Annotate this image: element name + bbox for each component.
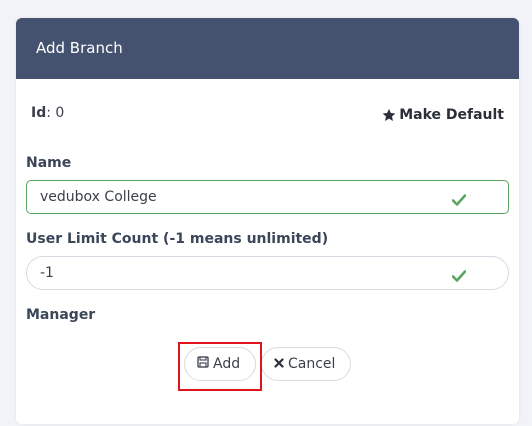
id-row: Id: 0 [31, 105, 64, 121]
id-value: : 0 [46, 105, 65, 121]
manager-label: Manager [26, 307, 96, 323]
check-icon [451, 191, 467, 210]
dialog-title: Add Branch [16, 18, 519, 79]
save-icon [197, 356, 209, 372]
user-limit-label: User Limit Count (-1 means unlimited) [26, 231, 329, 247]
user-limit-field [26, 256, 509, 290]
check-icon [451, 267, 467, 286]
id-label: Id [31, 105, 47, 121]
add-branch-dialog: Add Branch Id: 0 Make Default Name User … [16, 18, 519, 424]
close-icon [274, 356, 284, 372]
add-button[interactable]: Add [184, 347, 256, 381]
make-default-button[interactable]: Make Default [382, 107, 504, 123]
user-limit-input[interactable] [27, 257, 447, 289]
cancel-button-label: Cancel [288, 356, 336, 372]
name-label: Name [26, 155, 72, 171]
cancel-button[interactable]: Cancel [261, 347, 351, 381]
make-default-label: Make Default [399, 107, 504, 123]
star-icon [382, 108, 396, 122]
name-input[interactable] [27, 181, 447, 213]
add-button-label: Add [213, 356, 241, 372]
name-field [26, 180, 509, 214]
